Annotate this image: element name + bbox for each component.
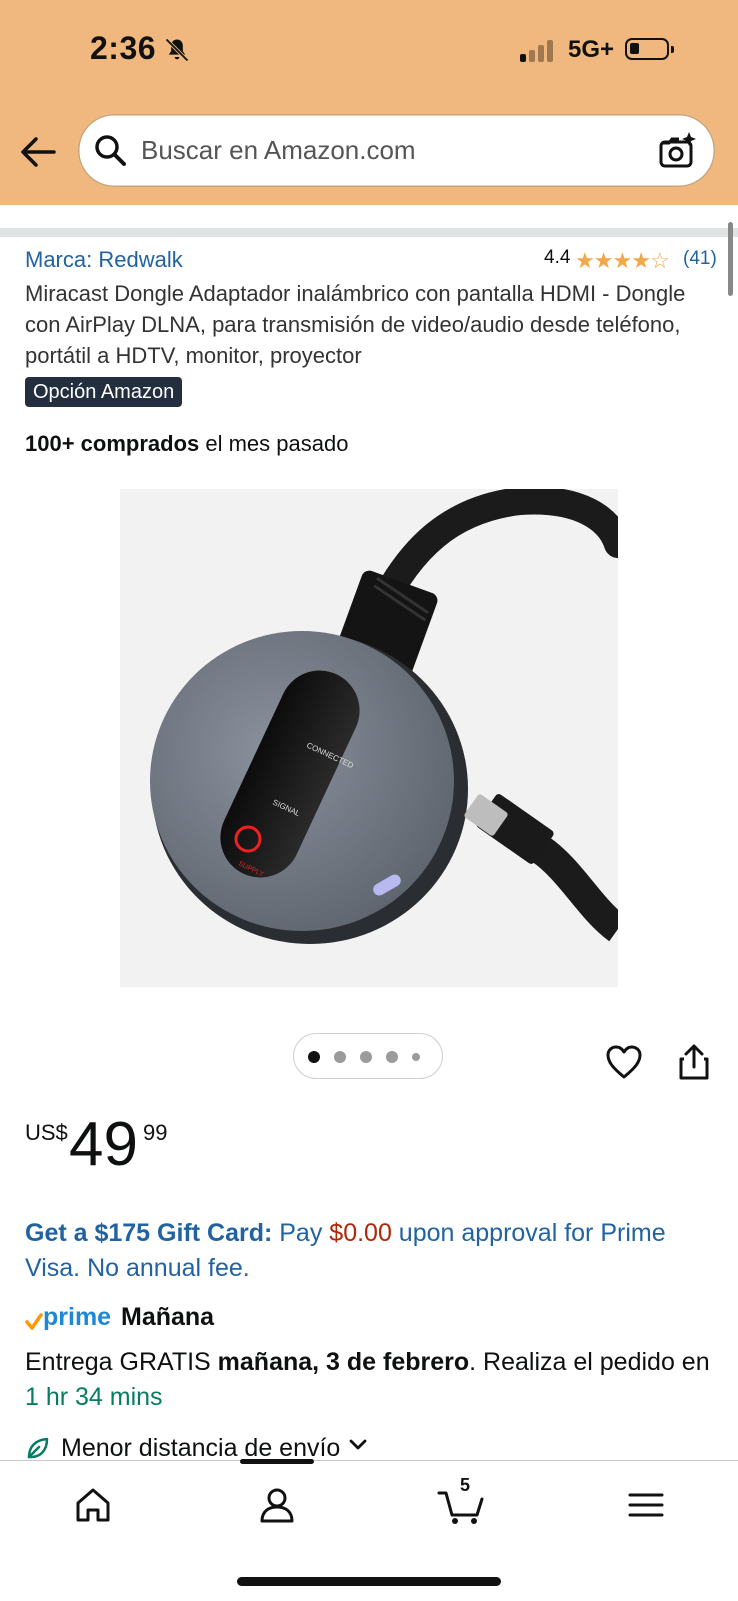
search-bar[interactable] xyxy=(78,114,715,187)
account-icon[interactable] xyxy=(257,1485,297,1525)
purchase-count-rest: el mes pasado xyxy=(199,431,349,456)
carousel-dot[interactable] xyxy=(386,1051,398,1063)
brand-link[interactable]: Marca: Redwalk xyxy=(25,247,183,273)
dongle-illustration: CONNECTED SIGNAL SUPPLY xyxy=(120,486,632,987)
star-icon: ★ xyxy=(631,248,651,273)
menu-icon[interactable] xyxy=(626,1485,666,1525)
delivery-text: Entrega GRATIS xyxy=(25,1348,218,1376)
product-title: Miracast Dongle Adaptador inalámbrico co… xyxy=(25,281,686,368)
delivery-info: Entrega GRATIS mañana, 3 de febrero. Rea… xyxy=(25,1345,715,1415)
battery-icon xyxy=(625,38,674,60)
order-countdown: 1 hr 34 mins xyxy=(25,1383,163,1411)
purchase-count-bold: 100+ comprados xyxy=(25,431,200,456)
price-whole: 49 xyxy=(69,1110,138,1179)
carousel-dot[interactable] xyxy=(412,1053,420,1061)
sheet-handle[interactable] xyxy=(240,1459,314,1464)
review-count-link[interactable]: (41) xyxy=(683,248,717,270)
product-image[interactable]: CONNECTED SIGNAL SUPPLY xyxy=(120,486,632,987)
delivery-date: mañana, 3 de febrero xyxy=(217,1348,470,1376)
network-type: 5G+ xyxy=(568,36,615,63)
signal-strength-icon xyxy=(520,38,560,62)
carousel-dot-active[interactable] xyxy=(308,1051,320,1063)
purchase-count: 100+ comprados el mes pasado xyxy=(25,431,348,457)
heart-icon[interactable] xyxy=(605,1044,643,1080)
half-star-icon: ☆ xyxy=(649,248,670,273)
cart-count: 5 xyxy=(460,1475,471,1495)
leaf-icon xyxy=(27,1437,49,1459)
price-currency: US$ xyxy=(25,1120,68,1145)
image-carousel-indicator[interactable] xyxy=(293,1033,443,1079)
camera-sparkle-icon[interactable] xyxy=(657,130,697,170)
chevron-down-icon xyxy=(349,1439,367,1450)
prime-logo-text: prime xyxy=(43,1303,112,1331)
back-arrow-icon[interactable] xyxy=(18,134,58,170)
price-fraction: 99 xyxy=(143,1120,168,1145)
amazon-choice-badge[interactable]: Opción Amazon xyxy=(25,377,183,407)
search-icon xyxy=(95,135,126,166)
carousel-dot[interactable] xyxy=(360,1051,372,1063)
promo-text: Pay xyxy=(272,1219,330,1247)
star-icon: ★ xyxy=(575,248,595,273)
star-icon: ★ xyxy=(612,248,632,273)
promo-amount: $0.00 xyxy=(329,1219,392,1247)
share-icon[interactable] xyxy=(677,1043,711,1081)
rating-value: 4.4 xyxy=(544,247,571,268)
promo-bold: Get a $175 Gift Card: xyxy=(25,1219,273,1247)
shipping-distance-label: Menor distancia de envío xyxy=(61,1434,341,1462)
star-icon: ★ xyxy=(593,248,614,273)
scrollbar[interactable] xyxy=(728,222,733,296)
status-time: 2:36 xyxy=(90,30,157,66)
home-indicator[interactable] xyxy=(237,1577,501,1586)
star-rating[interactable]: ★★★★☆ xyxy=(575,248,670,274)
prime-visa-promo[interactable]: Get a $175 Gift Card: Pay $0.00 upon app… xyxy=(25,1216,715,1286)
home-icon[interactable] xyxy=(73,1485,113,1525)
carousel-dot[interactable] xyxy=(334,1051,346,1063)
delivery-text-2: . Realiza el pedido en xyxy=(469,1348,710,1376)
bell-slash-icon xyxy=(165,38,189,62)
shipping-distance-toggle[interactable]: Menor distancia de envío xyxy=(25,1434,368,1463)
search-input[interactable] xyxy=(141,132,611,168)
prime-delivery-day: Mañana xyxy=(121,1303,215,1331)
app-header: 2:36 5G+ xyxy=(0,0,738,205)
prime-check-icon xyxy=(25,1313,43,1330)
section-divider xyxy=(0,228,738,237)
